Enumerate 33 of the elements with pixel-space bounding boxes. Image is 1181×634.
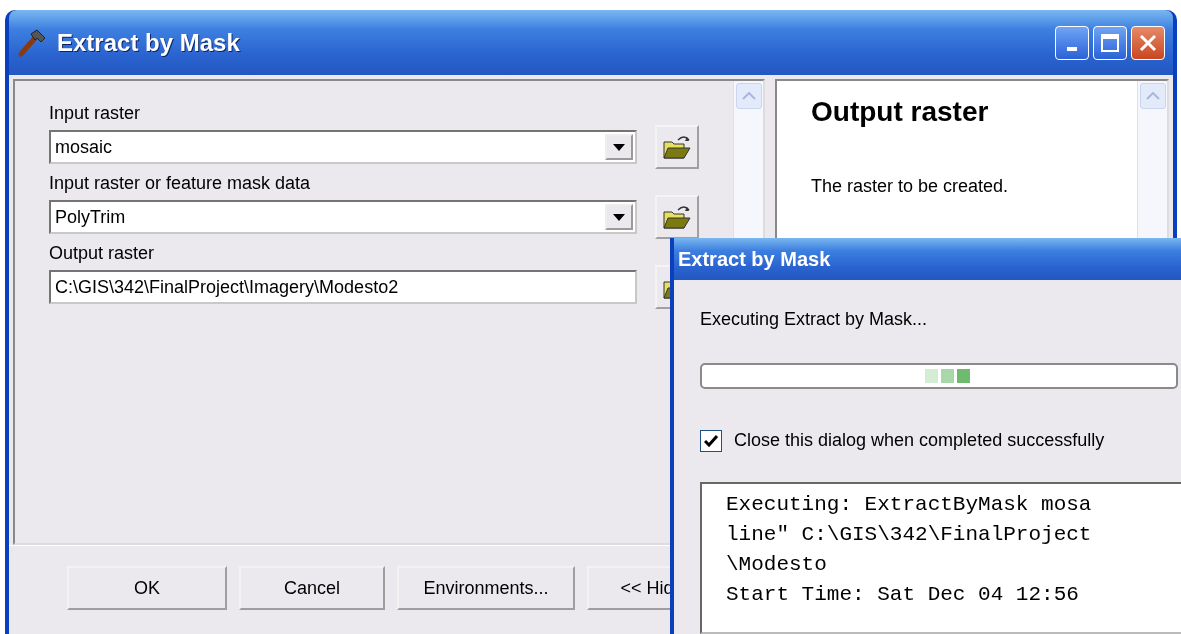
minimize-icon (1067, 46, 1077, 51)
window-title: Extract by Mask (57, 27, 240, 58)
dialog-button[interactable]: Environments... (397, 566, 575, 610)
help-text: The raster to be created. (811, 174, 1010, 198)
minimize-button[interactable] (1055, 25, 1089, 60)
input-field[interactable]: C:\GIS\342\FinalProject\Imagery\Modesto2 (49, 270, 637, 304)
checkbox[interactable] (700, 429, 722, 452)
field-label: Input raster (49, 102, 141, 125)
log-line: Executing: ExtractByMask mosa (726, 492, 1093, 518)
status-text: Executing Extract by Mask... (700, 308, 929, 331)
dialog-button[interactable]: Cancel (239, 566, 385, 610)
maximize-icon (1100, 32, 1120, 53)
close-icon (1138, 32, 1158, 53)
log-line: Start Time: Sat Dec 04 12:56 (726, 582, 1080, 608)
dropdown-field[interactable]: PolyTrim (49, 200, 637, 234)
log-line: \Modesto (726, 552, 828, 578)
progress-marquee (925, 369, 970, 383)
field-label: Output raster (49, 242, 155, 265)
dialog-title: Extract by Mask (674, 238, 1181, 280)
checkmark-icon (704, 434, 718, 447)
hammer-icon (17, 27, 47, 58)
dropdown-field[interactable]: mosaic (49, 130, 637, 164)
field-label: Input raster or feature mask data (49, 172, 311, 195)
help-title: Output raster (811, 95, 990, 129)
maximize-button[interactable] (1093, 25, 1127, 60)
folder-icon (662, 134, 692, 160)
close-button[interactable] (1131, 25, 1165, 60)
folder-icon (662, 204, 692, 230)
browse-button[interactable] (655, 125, 699, 169)
dialog-button[interactable]: OK (67, 566, 227, 610)
log-line: line" C:\GIS\342\FinalProject (726, 522, 1093, 548)
browse-button[interactable] (655, 195, 699, 239)
checkbox-label: Close this dialog when completed successfully (734, 429, 1105, 452)
